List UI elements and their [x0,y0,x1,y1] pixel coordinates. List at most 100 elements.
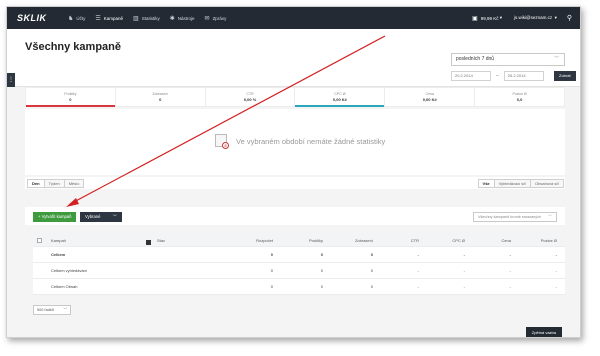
stat-value: 0,00 % [243,97,257,102]
cell-cena: - [509,268,511,273]
column-header-ctr[interactable]: CTR [377,238,423,243]
show-button[interactable]: Zobrat [553,71,576,81]
view-all[interactable]: Vše [477,179,495,188]
select-all-checkbox[interactable] [37,237,42,243]
nav-item-label: Kampaně [103,15,124,21]
cell-prokliky: 0 [320,284,323,289]
gear-icon: ✱ [169,15,175,22]
wallet-icon: ▣ [472,15,478,22]
cell-prokliky: 0 [320,268,323,273]
column-header-prokliky[interactable]: Prokliky [277,238,327,243]
cell-zobrazeni: 0 [370,268,373,273]
campaign-filter-select[interactable]: Všechny kampaně kromě smazaných ﹀ [473,212,557,222]
stat-label: Pozice Ø [512,92,527,96]
page-header: ⋮ Všechny kampaně posledních 7 dnů ﹀ 20.… [7,29,580,87]
granularity-day[interactable]: Den [27,179,45,188]
table-row[interactable]: Celkem vyhledávání 0 0 0 - - - - [33,263,565,279]
app-window: SKLIK ♞ Účty ☰ Kampaně ▥ Statistiky ✱ Ná… [6,6,581,338]
stat-label: Zobrazení [152,92,169,96]
page-title: Všechny kampaně [25,41,121,53]
cell-cena: - [509,284,511,289]
table-row[interactable]: Celkem 0 0 0 - - - - [33,247,565,263]
search-icon[interactable]: ⚲ [567,14,572,22]
chevron-down-icon: ﹀ [553,56,559,62]
stat-active-indicator [26,105,115,107]
mail-icon: ✉ [204,15,210,22]
column-header-cpc[interactable]: CPC Ø [423,238,469,243]
stat-label: Cena [425,92,434,96]
select-all-cell [33,237,47,244]
column-header-pozice[interactable]: Pozice Ø [515,238,561,243]
cell-zobrazeni: 0 [370,252,373,257]
rows-per-page-value: 500 řádků [37,308,54,312]
view-mode-toggle: Vše Vyhledávací síť Obsahová síť [477,179,564,188]
column-header-stav[interactable]: Stav [153,238,227,243]
stat-4[interactable]: Cena 0,00 Kč [385,88,476,106]
date-to-input[interactable]: 26.2.2014 [503,71,544,81]
stat-2[interactable]: CTR 0,00 % [206,88,296,106]
chevron-down-icon: ﹀ [63,308,67,312]
view-search[interactable]: Vyhledávací síť [493,179,532,188]
nav-item-label: Zprávy [212,15,227,21]
table-row[interactable]: Celkem Obsah 0 0 0 - - - - [33,279,565,295]
nav-item-label: Nástroje [177,15,195,21]
nav-item-statistiky[interactable]: ▥ Statistiky [128,7,165,29]
cell-pozice: - [555,268,557,273]
table-header: Kampaň Stav Rozpočet Prokliky Zobrazení … [33,235,565,247]
column-label: Kampaň [51,238,66,243]
bar-chart-icon: ▥ [133,15,139,22]
feedback-button[interactable]: Zpětná vazba [525,327,562,337]
cell-pozice: - [555,284,557,289]
campaign-name[interactable]: Celkem Obsah [47,284,153,289]
rows-per-page-select[interactable]: 500 řádků ﹀ [33,305,71,315]
campaign-table: Kampaň Stav Rozpočet Prokliky Zobrazení … [33,235,565,295]
column-header-kampan[interactable]: Kampaň [47,238,153,245]
granularity-toggle: Den Týden Měsíc [27,179,85,188]
nav-item-ucty[interactable]: ♞ Účty [63,7,90,29]
stat-5[interactable]: Pozice Ø 0,0 [475,88,564,106]
prohibited-icon: ⊘ [222,142,229,149]
stat-label: Prokliky [64,92,77,96]
stat-value: 0 [69,97,72,102]
credit-balance[interactable]: ▣ 99,99 Kč ▾ [472,15,502,22]
sidebar-toggle[interactable]: ⋮ [7,73,15,87]
selected-actions-label: Vybrané [85,214,101,219]
nav-item-zpravy[interactable]: ✉ Zprávy [200,7,232,29]
nav-item-nastroje[interactable]: ✱ Nástroje [165,7,200,29]
view-content[interactable]: Obsahová síť [530,179,564,188]
cell-cena: - [509,252,511,257]
cell-rozpocet: 0 [270,268,273,273]
stat-0[interactable]: Prokliky 0 [26,88,116,107]
user-email: js.wiki@seznam.cz [514,15,553,20]
cell-ctr: - [417,252,419,257]
nav-item-kampane[interactable]: ☰ Kampaně [90,7,128,29]
column-settings-icon[interactable] [146,240,151,245]
sklik-logo[interactable]: SKLIK [17,13,63,23]
granularity-week[interactable]: Týden [43,179,65,188]
campaign-filter-value: Všechny kampaně kromě smazaných [478,215,542,219]
period-select[interactable]: posledních 7 dnů ﹀ [451,53,565,66]
stat-label: CTR [246,92,254,96]
selected-actions-button[interactable]: Vybrané ﹀ [80,212,122,222]
stat-1[interactable]: Zobrazení 0 [116,88,206,106]
stat-3[interactable]: CPC Ø 0,00 Kč [295,88,386,107]
stat-active-indicator [295,105,385,107]
column-header-cena[interactable]: Cena [469,238,515,243]
column-header-rozpocet[interactable]: Rozpočet [227,238,277,243]
create-campaign-button[interactable]: + Vytvořit kampaň [33,212,77,222]
no-data-icon: ⊘ [215,134,229,149]
granularity-month[interactable]: Měsíc [63,179,85,188]
chart-controls: Den Týden Měsíc Vše Vyhledávací síť Obsa… [25,177,565,189]
stat-label: CPC Ø [334,92,346,96]
campaign-name[interactable]: Celkem [47,252,153,257]
cell-cpc: - [463,252,465,257]
period-value: posledních 7 dnů [456,56,495,62]
people-icon: ♞ [68,15,74,22]
credit-value: 99,99 Kč [480,15,499,21]
campaign-name[interactable]: Celkem vyhledávání [47,268,153,273]
user-menu[interactable]: js.wiki@seznam.cz ▾ [514,15,557,21]
stat-value: 0,00 Kč [332,97,347,102]
column-header-zobrazeni[interactable]: Zobrazení [327,238,377,243]
stat-value: 0,00 Kč [422,97,437,102]
date-from-input[interactable]: 20.2.2014 [451,71,491,81]
